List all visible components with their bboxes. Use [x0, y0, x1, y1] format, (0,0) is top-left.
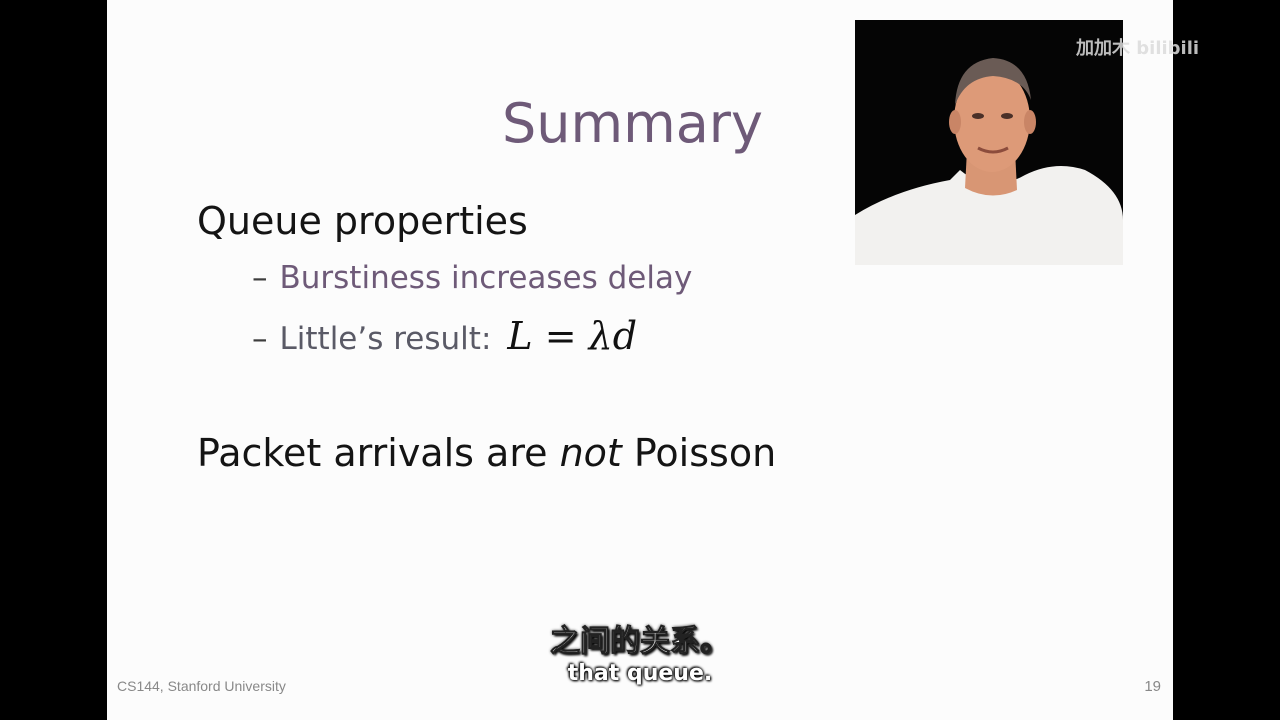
sub-bullet-burstiness: – Burstiness increases delay	[252, 260, 692, 297]
slide-title: Summary	[502, 92, 763, 155]
subtitle-english: that queue.	[567, 661, 713, 686]
sub-bullet-text: Burstiness increases delay	[279, 260, 693, 296]
bullet-emphasis: not	[559, 431, 622, 475]
bullet-queue-properties: Queue properties	[197, 199, 528, 243]
dash-marker: –	[252, 321, 268, 357]
sub-bullet-text: Little’s result:	[279, 321, 492, 357]
bullet-suffix: Poisson	[621, 431, 777, 475]
bilibili-watermark: 加加木 bilibili	[1076, 38, 1200, 59]
sub-bullet-text-wrap: – Little’s result:	[252, 321, 491, 358]
sub-bullet-littles-result: – Little’s result: L = λd	[252, 314, 637, 360]
subtitle-chinese: 之间的关系。	[550, 624, 731, 660]
bullet-prefix: Packet arrivals are	[197, 431, 560, 475]
littles-formula: L = λd	[507, 314, 638, 358]
dash-marker: –	[252, 260, 268, 296]
bullet-packet-arrivals: Packet arrivals are not Poisson	[197, 431, 776, 477]
